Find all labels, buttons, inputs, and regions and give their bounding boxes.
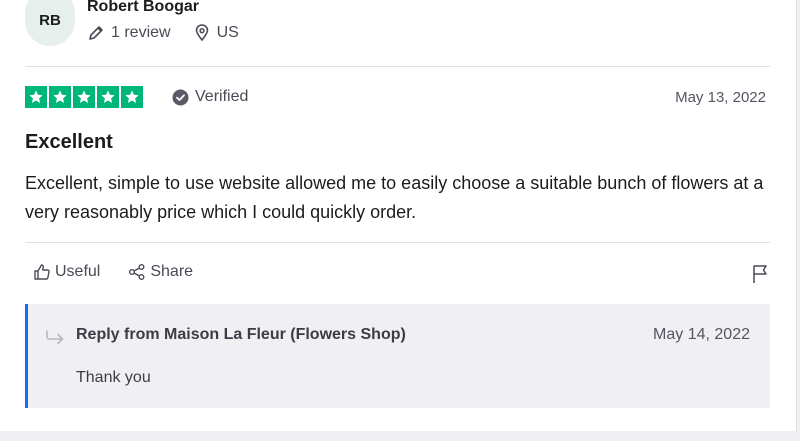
divider (25, 242, 770, 243)
country-label: US (216, 24, 239, 41)
review-date: May 13, 2022 (675, 89, 766, 106)
star-icon (49, 86, 71, 108)
share-icon (128, 263, 146, 281)
review-count-label: 1 review (111, 24, 171, 41)
share-label: Share (150, 263, 194, 280)
star-icon (73, 86, 95, 108)
star-icon (25, 86, 47, 108)
reply-text: Thank you (76, 369, 151, 386)
reply-arrow-icon (45, 328, 67, 346)
flag-icon[interactable] (751, 264, 769, 284)
verified-label: Verified (195, 88, 249, 105)
review-actions: Useful Share (33, 263, 221, 281)
review-title[interactable]: Excellent (25, 131, 113, 154)
verified-badge[interactable]: Verified (172, 88, 248, 106)
review-card: RB Robert Boogar 1 review US Verified Ma… (0, 0, 797, 431)
reviewer-name[interactable]: Robert Boogar (87, 0, 199, 16)
pencil-icon (87, 24, 105, 42)
reviewer-meta: 1 review US (87, 24, 261, 42)
star-rating (25, 86, 143, 108)
reviewer-location: US (193, 24, 239, 42)
useful-button[interactable]: Useful (33, 263, 100, 281)
company-reply: Reply from Maison La Fleur (Flowers Shop… (25, 304, 770, 408)
avatar[interactable]: RB (25, 0, 75, 46)
verified-check-icon (172, 89, 189, 106)
review-text: Excellent, simple to use website allowed… (25, 173, 764, 222)
share-button[interactable]: Share (128, 263, 193, 281)
thumbs-up-icon (33, 263, 51, 281)
location-pin-icon (193, 24, 211, 42)
reply-date: May 14, 2022 (653, 326, 750, 343)
reply-from: Reply from Maison La Fleur (Flowers Shop… (76, 326, 406, 343)
divider (25, 66, 770, 67)
useful-label: Useful (55, 263, 101, 280)
star-icon (121, 86, 143, 108)
review-count: 1 review (87, 24, 171, 42)
star-icon (97, 86, 119, 108)
